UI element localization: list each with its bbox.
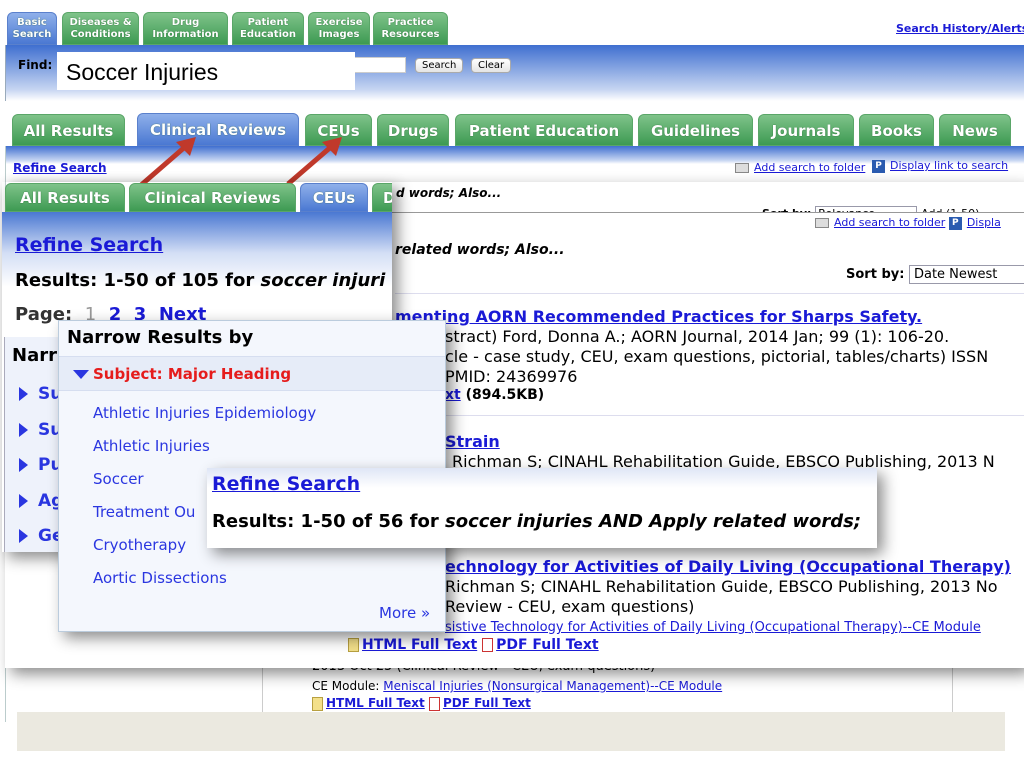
results-query: soccer injuri [260,270,386,291]
refine-search-link[interactable]: Refine Search [15,234,163,256]
expand-icon [19,423,28,437]
result-title[interactable]: menting AORN Recommended Practices for S… [395,307,922,326]
facet-option[interactable]: Athletic Injuries [93,437,210,455]
result-citation: stract) Ford, Donna A.; AORN Journal, 20… [445,327,950,346]
result-type: cle - case study, CEU, exam questions, p… [445,347,989,366]
fulltext-row: HTML Full Text PDF Full Text [348,637,599,653]
facet-option[interactable]: Treatment Ou [93,503,195,521]
result-pmid: PMID: 24369976 [445,367,578,386]
also-text: related words; Also... [395,242,565,258]
facet-option[interactable]: Aortic Dissections [93,569,227,587]
facet-item[interactable]: Su [19,384,62,404]
sort-row: Sort by: Date Newest [846,265,1024,284]
refine-search-popup: Refine Search Results: 1-50 of 56 for so… [207,468,877,548]
html-full-text-link[interactable]: HTML Full Text [362,637,477,653]
subject-heading-label: Subject: Major Heading [93,365,292,383]
divider [395,415,1024,416]
results-count: Results: 1-50 of 105 for [15,270,261,291]
facet-option[interactable]: Athletic Injuries Epidemiology [93,404,316,422]
add-folder-text[interactable]: Add search to folder [834,216,945,229]
result-citation: Richman S; CINAHL Rehabilitation Guide, … [445,577,998,596]
result-title[interactable]: echnology for Activities of Daily Living… [445,557,1011,576]
divider [395,293,1024,294]
arrow-to-clinical-reviews [138,137,196,188]
add-folder-link[interactable]: Add search to folder P Displa [815,216,1001,230]
collapse-icon [73,370,89,379]
permalink-icon: P [948,216,962,230]
results-summary: Results: 1-50 of 105 for soccer injuri [15,270,385,291]
facet-item[interactable]: Ag [19,491,63,511]
facet-item[interactable]: Ge [19,526,63,546]
facet-item[interactable]: Pu [19,455,63,475]
full-text-link[interactable]: xt [445,387,461,403]
subject-heading-row[interactable]: Subject: Major Heading [59,356,445,391]
results-count: Results: 1-50 of 56 for [212,511,445,532]
refine-search-link[interactable]: Refine Search [212,473,360,495]
facet-option[interactable]: Soccer [93,470,144,488]
results-summary: Results: 1-50 of 56 for soccer injuries … [212,511,861,532]
expand-icon [19,529,28,543]
arrow-to-ceus [286,137,342,186]
folder-icon [815,218,829,228]
narrow-heading: Narr [12,345,57,366]
ce-module-link[interactable]: sistive Technology for Activities of Dai… [445,620,981,635]
pdf-full-text-link[interactable]: PDF Full Text [496,637,599,653]
narrow-sidebar: Narr Su Su Pu Ag Ge [4,337,64,552]
tab-all-results[interactable]: All Results [5,183,125,212]
result-title[interactable]: Strain [445,432,500,451]
sort-select[interactable]: Date Newest [908,265,1024,284]
bottom-bar [17,712,1005,751]
facet-item[interactable]: Su [19,420,62,440]
result-fulltext: xt (894.5KB) [445,387,544,403]
sort-label: Sort by: [846,267,905,282]
pdf-icon [482,638,494,652]
tab-drugs[interactable]: D [372,183,392,212]
file-size: (894.5KB) [465,387,545,403]
narrow-title: Narrow Results by [67,327,254,348]
result-type: Review - CEU, exam questions) [445,597,695,616]
results-query: soccer injuries AND Apply related words; [444,511,862,532]
tab-clinical-reviews[interactable]: Clinical Reviews [129,183,296,212]
expand-icon [19,458,28,472]
expand-icon [19,494,28,508]
expand-icon [19,387,28,401]
more-link[interactable]: More » [379,604,430,622]
facet-option[interactable]: Cryotherapy [93,536,186,554]
html-icon [348,638,359,652]
tab-ceus[interactable]: CEUs [300,183,368,212]
display-link-text[interactable]: Displa [967,216,1001,229]
